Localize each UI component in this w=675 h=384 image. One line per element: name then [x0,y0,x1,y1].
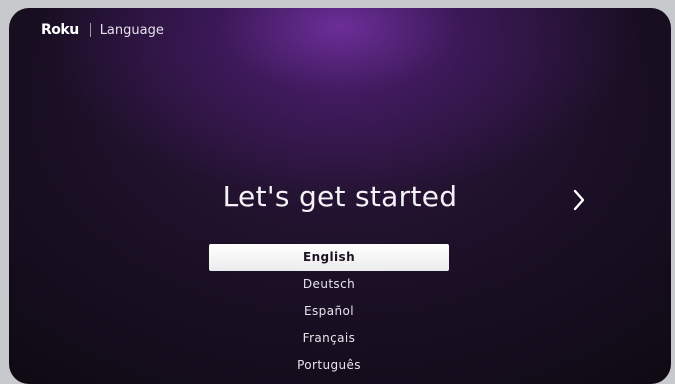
language-option-english[interactable]: English [209,244,449,271]
tv-screen: Roku Language Let's get started English … [9,8,671,384]
page-title: Language [99,22,164,38]
roku-logo: Roku [41,22,79,38]
language-list: English Deutsch Español Français Portugu… [209,244,449,379]
next-button[interactable] [569,187,589,213]
language-option-francais[interactable]: Français [209,325,449,352]
chevron-right-icon [573,189,585,211]
header: Roku Language [41,19,164,41]
language-option-portugues[interactable]: Português [209,352,449,379]
language-option-espanol[interactable]: Español [209,298,449,325]
language-option-deutsch[interactable]: Deutsch [209,271,449,298]
header-divider [89,23,91,37]
